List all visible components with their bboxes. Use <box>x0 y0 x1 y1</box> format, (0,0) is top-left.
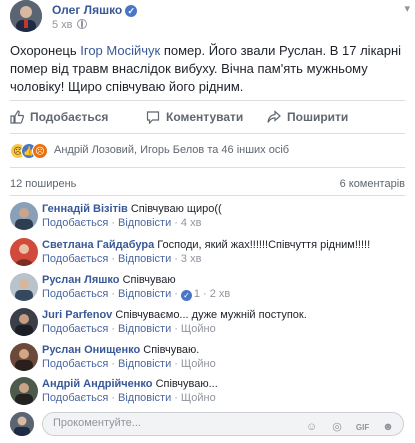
comment-composer: ☺ ◎ GIF ☻ <box>10 410 405 438</box>
post-stats: 12 поширень 6 коментарів <box>10 178 405 190</box>
comment-button[interactable]: Коментувати <box>146 110 243 124</box>
comment-reply-link[interactable]: Відповісти <box>118 217 171 229</box>
comment-like-link[interactable]: Подобається <box>42 217 108 229</box>
emoji-icon[interactable]: ☺ <box>305 420 319 434</box>
comment-item: Руслан Ляшко Співчуваю Подобається · Відпо… <box>10 273 405 309</box>
angry-reaction-icon: ☹ <box>32 143 48 159</box>
globe-icon <box>76 19 87 29</box>
share-button[interactable]: Поширити <box>267 110 348 124</box>
commenter-name[interactable]: Геннадій Візітів <box>42 203 128 215</box>
comment-text: Співчуваємо... дуже мужній поступок. <box>115 309 307 321</box>
commenter-name[interactable]: Juri Parfenov <box>42 309 112 321</box>
commenter-name[interactable]: Андрій Андрійченко <box>42 378 153 390</box>
commenter-avatar[interactable] <box>10 377 38 405</box>
comment-item: Светлана Гайдабура Господи, який жах!!!!… <box>10 238 405 274</box>
divider <box>10 100 405 101</box>
post-timestamp[interactable]: 5 хв <box>52 19 87 31</box>
comment-reply-link[interactable]: Відповісти <box>118 392 171 404</box>
comment-input-box[interactable]: ☺ ◎ GIF ☻ <box>42 412 404 436</box>
comment-reply-link[interactable]: Відповісти <box>118 253 171 265</box>
like-icon: ✓ <box>180 290 192 301</box>
gif-icon[interactable]: GIF <box>356 421 370 435</box>
comment-text: Співчуваю щиро(( <box>130 203 222 215</box>
commenter-avatar[interactable] <box>10 308 38 336</box>
comment-time[interactable]: 2 хв <box>210 288 231 300</box>
comment-icon <box>146 111 160 124</box>
commenter-avatar[interactable] <box>10 343 38 371</box>
commenter-avatar[interactable] <box>10 202 38 230</box>
shares-count[interactable]: 12 поширень <box>10 178 76 190</box>
sticker-icon[interactable]: ☻ <box>381 420 395 434</box>
comments-count[interactable]: 6 коментарів <box>340 178 405 190</box>
like-button[interactable]: Подобається <box>10 110 108 124</box>
comment-item: Андрій Андрійченко Співчуваю... Подобаєт… <box>10 377 405 413</box>
post-actions: Подобається Коментувати Поширити <box>10 105 405 129</box>
comment-time[interactable]: 4 хв <box>181 217 202 229</box>
commenter-name[interactable]: Светлана Гайдабура <box>42 239 154 251</box>
comment-like-link[interactable]: Подобається <box>42 323 108 335</box>
author-name[interactable]: Олег Ляшко ✓ <box>52 3 138 17</box>
camera-icon[interactable]: ◎ <box>330 420 344 434</box>
comment-item: Геннадій Візітів Співчуваю щиро(( Подоба… <box>10 202 405 238</box>
share-icon <box>267 110 281 123</box>
thumbs-up-icon <box>10 110 24 124</box>
divider <box>10 195 405 196</box>
comment-time[interactable]: Щойно <box>181 392 216 404</box>
comment-item: Руслан Онищенко Співчуваю. Подобається · В… <box>10 343 405 379</box>
verified-icon: ✓ <box>125 5 138 17</box>
chevron-down-icon[interactable]: ▾ <box>404 2 410 15</box>
divider <box>10 133 405 134</box>
commenter-name[interactable]: Руслан Ляшко <box>42 274 120 286</box>
comment-text: Співчуваю <box>122 274 176 286</box>
reactions-summary[interactable]: ☹ 👍 ☹ Андрій Лозовий, Игорь Белов та 46 … <box>10 143 405 159</box>
comment-like-link[interactable]: Подобається <box>42 253 108 265</box>
current-user-avatar[interactable] <box>10 412 34 436</box>
comment-like-link[interactable]: Подобається <box>42 358 108 370</box>
post-text: Охоронець Ігор Мосійчук помер. Його звал… <box>10 43 402 94</box>
comment-item: Juri Parfenov Співчуваємо... дуже мужній… <box>10 308 405 344</box>
comment-text: Співчуваю... <box>155 378 218 390</box>
comment-time[interactable]: Щойно <box>181 358 216 370</box>
comment-text: Співчуваю. <box>143 344 200 356</box>
reactions-names[interactable]: Андрій Лозовий, Игорь Белов та 46 інших … <box>54 144 289 156</box>
post-header: Олег Ляшко ✓ 5 хв ▾ <box>10 0 410 32</box>
comment-like-link[interactable]: Подобається <box>42 288 108 300</box>
commenter-avatar[interactable] <box>10 238 38 266</box>
comment-reply-link[interactable]: Відповісти <box>118 358 171 370</box>
mention-link[interactable]: Ігор Мосійчук <box>80 43 160 58</box>
commenter-name[interactable]: Руслан Онищенко <box>42 344 140 356</box>
commenter-avatar[interactable] <box>10 273 38 301</box>
comment-time[interactable]: Щойно <box>181 323 216 335</box>
comment-text: Господи, який жах!!!!!!Співчуття рідним!… <box>157 239 371 251</box>
comment-reply-link[interactable]: Відповісти <box>118 288 171 300</box>
comment-likes-badge[interactable]: ✓ 1 <box>180 288 200 301</box>
author-avatar[interactable] <box>10 0 42 32</box>
comment-reply-link[interactable]: Відповісти <box>118 323 171 335</box>
comment-time[interactable]: 3 хв <box>181 253 202 265</box>
comment-input[interactable] <box>53 417 253 429</box>
divider <box>10 167 405 168</box>
comment-like-link[interactable]: Подобається <box>42 392 108 404</box>
